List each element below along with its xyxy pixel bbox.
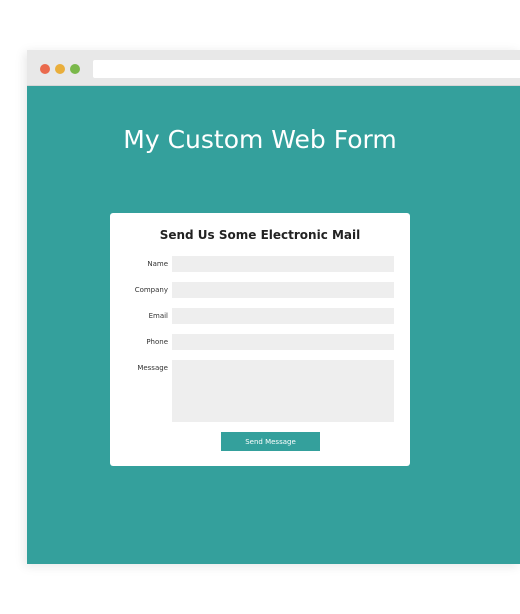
- close-window-dot[interactable]: [40, 64, 50, 74]
- address-bar[interactable]: [93, 60, 520, 78]
- maximize-window-dot[interactable]: [70, 64, 80, 74]
- message-field[interactable]: [172, 360, 394, 422]
- company-field[interactable]: [172, 282, 394, 298]
- page-title: My Custom Web Form: [123, 125, 397, 154]
- name-label: Name: [147, 260, 168, 268]
- form-heading: Send Us Some Electronic Mail: [159, 228, 361, 242]
- minimize-window-dot[interactable]: [55, 64, 65, 74]
- send-message-button[interactable]: Send Message: [221, 432, 320, 451]
- phone-field[interactable]: [172, 334, 394, 350]
- email-label: Email: [148, 312, 168, 320]
- message-label: Message: [137, 364, 168, 372]
- phone-label: Phone: [146, 338, 168, 346]
- email-field[interactable]: [172, 308, 394, 324]
- name-field[interactable]: [172, 256, 394, 272]
- browser-titlebar: [27, 50, 520, 86]
- company-label: Company: [134, 286, 168, 294]
- contact-form-card: Send Us Some Electronic Mail Name Compan…: [110, 213, 410, 466]
